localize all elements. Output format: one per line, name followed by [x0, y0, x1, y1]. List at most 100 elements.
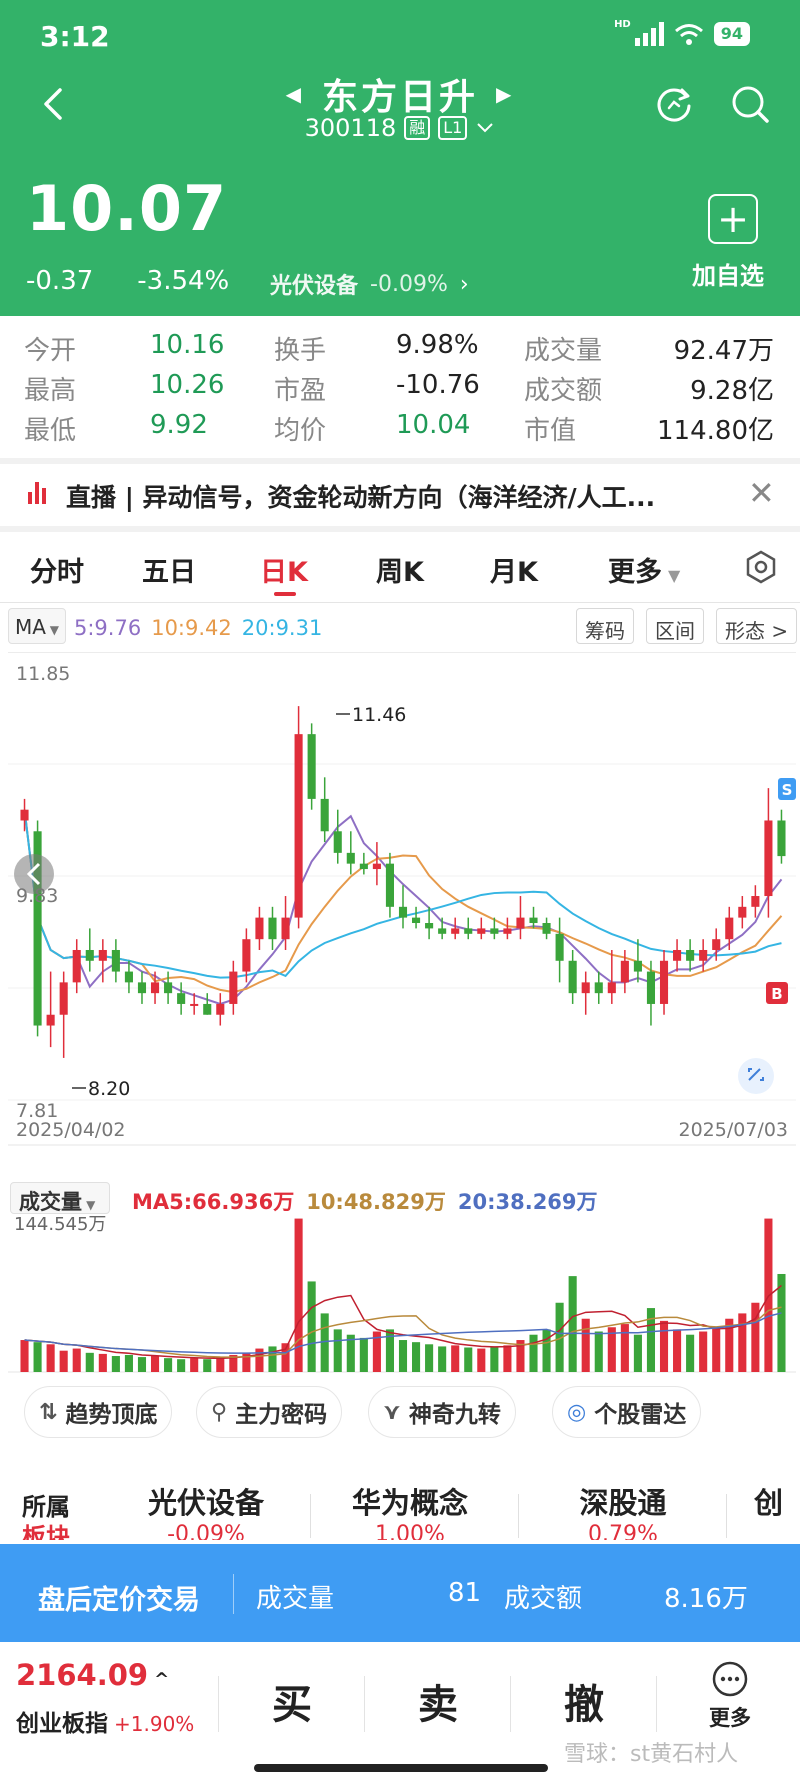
candle-body	[307, 734, 316, 799]
add-watchlist-button[interactable]: +	[708, 194, 758, 244]
buy-button[interactable]: 买	[232, 1672, 352, 1730]
search-icon[interactable]	[728, 82, 772, 126]
radar-tool-button[interactable]: ◎ 个股雷达	[552, 1386, 702, 1438]
index-info[interactable]: 创业板指 +1.90%	[16, 1704, 194, 1738]
sector-card[interactable]: 光伏设备 -0.09%	[106, 1480, 306, 1540]
price-change: -0.37 -3.54%	[26, 266, 229, 296]
sector-card[interactable]: 华为概念 1.00%	[310, 1480, 510, 1540]
tab-daily-k[interactable]: 日K	[260, 550, 308, 589]
candle-body	[359, 863, 368, 870]
candle-body	[398, 906, 408, 918]
volume-bar	[568, 1276, 577, 1372]
candle-body	[20, 809, 29, 821]
candle-body	[242, 939, 251, 972]
sector-card[interactable]: 创	[754, 1480, 800, 1522]
volume-bar	[320, 1313, 329, 1372]
live-text: 直播 | 异动信号，资金轮动新方向（海洋经济/人工...	[66, 483, 656, 512]
nine-turn-tool-button[interactable]: ⋎ 神奇九转	[368, 1386, 516, 1438]
cancel-order-button[interactable]: 撤	[524, 1672, 644, 1730]
tab-more[interactable]: 更多 ▼	[608, 550, 680, 589]
chevron-down-icon[interactable]	[475, 121, 495, 135]
ma-selector[interactable]: MA ▼	[8, 608, 66, 644]
divider	[233, 1574, 234, 1614]
scroll-left-button[interactable]	[14, 854, 54, 894]
home-indicator[interactable]	[254, 1764, 548, 1772]
close-icon[interactable]: ✕	[748, 474, 775, 512]
mcap-value: 114.80亿	[657, 416, 774, 446]
volume-bar	[529, 1334, 538, 1372]
chip-range[interactable]: 区间	[646, 608, 704, 644]
volume-bar	[333, 1329, 342, 1372]
volume-bar	[177, 1359, 186, 1372]
candle-body	[738, 906, 747, 918]
stats-row-3: 最低 9.92 均价 10.04 市值 114.80亿	[0, 406, 800, 446]
tab-intraday[interactable]: 分时	[30, 550, 84, 589]
volume-bar	[137, 1357, 147, 1372]
candle-body	[372, 863, 381, 870]
trend-tool-button[interactable]: ⇅ 趋势顶底	[24, 1386, 173, 1438]
level-tag: L1	[438, 116, 468, 140]
tab-five-day[interactable]: 五日	[142, 550, 196, 589]
tab-weekly-k[interactable]: 周K	[376, 550, 424, 589]
triangle-right-icon[interactable]: ▶	[496, 82, 514, 106]
active-tab-indicator	[274, 592, 296, 596]
margin-tag: 融	[404, 116, 431, 140]
index-quote[interactable]: 2164.09 ^	[16, 1658, 169, 1692]
candle-body	[594, 982, 603, 994]
candle-body	[346, 852, 355, 864]
tab-monthly-k[interactable]: 月K	[490, 550, 538, 589]
sector-card[interactable]: 深股通 0.79%	[523, 1480, 723, 1540]
candle-body	[111, 949, 120, 972]
divider	[518, 1494, 519, 1538]
amount-label: 成交额	[524, 376, 603, 406]
candle-body	[529, 917, 538, 924]
volume-bar	[490, 1346, 499, 1372]
candle-body	[555, 933, 564, 961]
sector-link[interactable]: 光伏设备 -0.09% ›	[270, 268, 469, 300]
volume-label: 成交量	[524, 336, 603, 366]
candle-body	[712, 939, 721, 950]
sector-card-pct: 0.79%	[588, 1522, 658, 1540]
live-banner[interactable]: 直播 | 异动信号，资金轮动新方向（海洋经济/人工... ✕	[0, 464, 800, 524]
more-button[interactable]: 更多	[690, 1660, 770, 1732]
chip-chips[interactable]: 筹码	[576, 608, 634, 644]
plus-icon: +	[717, 197, 749, 241]
candle-body	[333, 831, 342, 853]
refresh-icon[interactable]	[652, 82, 696, 126]
volume-bar	[542, 1329, 551, 1372]
after-hours-bar[interactable]: 盘后定价交易 成交量 81 成交额 8.16万	[0, 1544, 800, 1642]
candle-body	[203, 1003, 212, 1015]
pe-label: 市盈	[274, 376, 327, 406]
caret-up-icon: ^	[154, 1669, 170, 1690]
add-watchlist-label[interactable]: 加自选	[692, 256, 764, 291]
settings-icon[interactable]	[744, 550, 778, 584]
after-hours-amount: 8.16万	[664, 1584, 748, 1614]
main-force-tool-button[interactable]: ⚲ 主力密码	[196, 1386, 343, 1438]
sector-card-pct: 1.00%	[375, 1522, 445, 1540]
status-time: 3:12	[40, 20, 110, 53]
chip-pattern[interactable]: 形态 >	[716, 608, 798, 644]
ma5-value: 5:9.76	[74, 616, 142, 640]
triangle-left-icon[interactable]: ◀	[286, 82, 304, 106]
low-value: 9.92	[150, 410, 208, 440]
volume-selector[interactable]: 成交量 ▼	[10, 1182, 110, 1214]
open-label: 今开	[24, 336, 77, 366]
change-percent: -3.54%	[137, 266, 230, 296]
candlestick-chart[interactable]: 11.85 9.83 7.81 11.46 8.20 2025/04/02 20…	[8, 652, 796, 1146]
volume-bar	[307, 1281, 316, 1372]
sell-button[interactable]: 卖	[378, 1672, 498, 1730]
index-name: 创业板指	[16, 1711, 108, 1737]
volume-bar	[620, 1324, 629, 1372]
status-bar: 3:12 HD 94	[0, 0, 800, 72]
candle-body	[451, 928, 460, 934]
current-price: 10.07	[26, 172, 228, 245]
fullscreen-button[interactable]	[738, 1058, 774, 1094]
candle-body	[464, 928, 473, 934]
stats-row-1: 今开 10.16 换手 9.98% 成交量 92.47万	[0, 326, 800, 366]
tab-more-label: 更多	[608, 557, 662, 588]
buy-marker-label: B	[771, 985, 782, 1003]
avg-value: 10.04	[396, 410, 471, 440]
volume-bar	[477, 1348, 486, 1372]
volume-bar	[111, 1356, 120, 1372]
sectors-title: 所属 板块	[22, 1492, 70, 1540]
